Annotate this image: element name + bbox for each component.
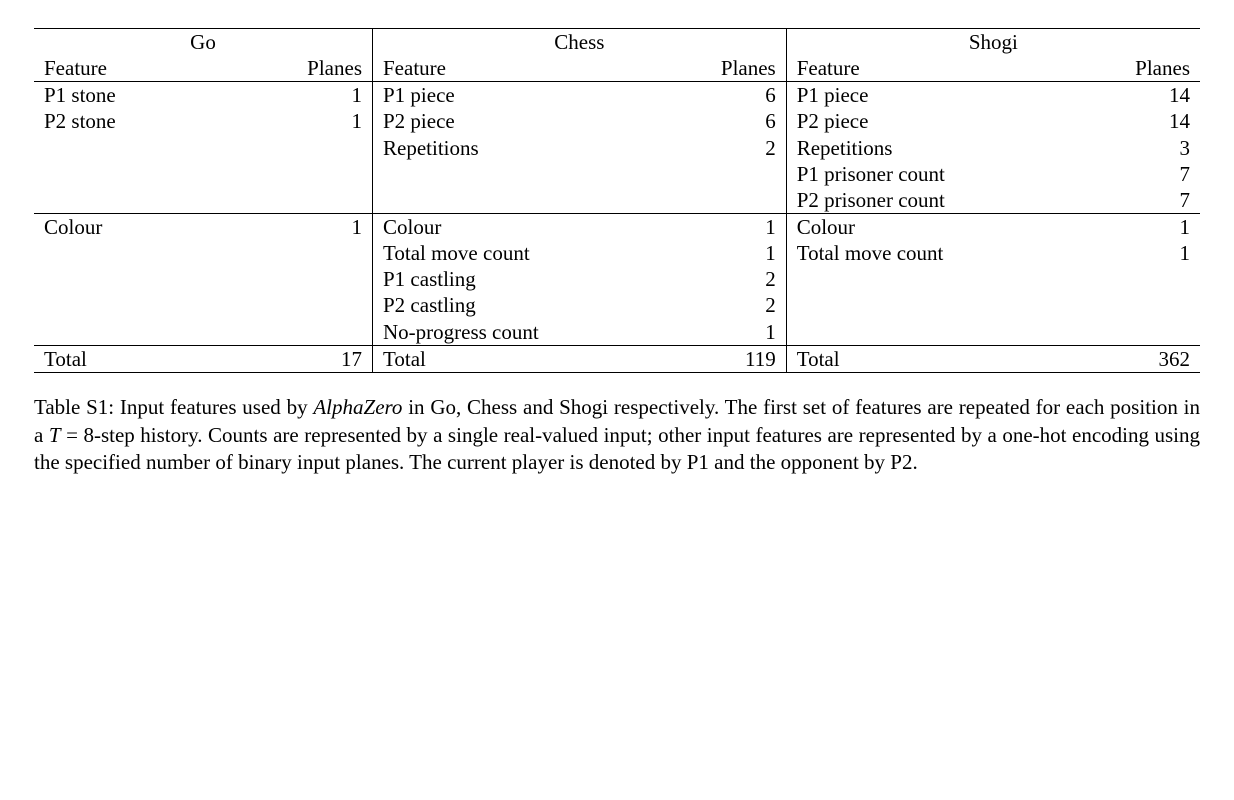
total-chess: 119 [661, 345, 786, 372]
total-label: Total [786, 345, 1074, 372]
total-shogi: 362 [1075, 345, 1200, 372]
total-label: Total [34, 345, 247, 372]
table-row: P2 castling2 [34, 292, 1200, 318]
table-row: Total move count1 Total move count1 [34, 240, 1200, 266]
feature-table: Go Chess Shogi Feature Planes Feature Pl… [34, 28, 1200, 373]
table-row: P1 castling2 [34, 266, 1200, 292]
total-label: Total [373, 345, 661, 372]
table-row: No-progress count1 [34, 319, 1200, 346]
table-row: P1 prisoner count7 [34, 161, 1200, 187]
column-header-row: Feature Planes Feature Planes Feature Pl… [34, 55, 1200, 82]
alphazero-name: AlphaZero [313, 395, 402, 419]
table-caption: Table S1: Input features used by AlphaZe… [34, 394, 1200, 477]
group-shogi: Shogi [786, 29, 1200, 56]
col-feature: Feature [786, 55, 1074, 82]
table-row: Colour1 Colour1 Colour1 [34, 213, 1200, 240]
col-planes: Planes [247, 55, 372, 82]
group-chess: Chess [373, 29, 787, 56]
table-row: P2 prisoner count7 [34, 187, 1200, 214]
math-T: T [49, 423, 61, 447]
col-planes: Planes [661, 55, 786, 82]
group-go: Go [34, 29, 373, 56]
col-feature: Feature [34, 55, 247, 82]
col-feature: Feature [373, 55, 661, 82]
totals-row: Total17 Total119 Total362 [34, 345, 1200, 372]
table-row: Repetitions2 Repetitions3 [34, 135, 1200, 161]
group-header-row: Go Chess Shogi [34, 29, 1200, 56]
total-go: 17 [247, 345, 372, 372]
table-row: P2 stone1 P2 piece6 P2 piece14 [34, 108, 1200, 134]
col-planes: Planes [1075, 55, 1200, 82]
table-row: P1 stone1 P1 piece6 P1 piece14 [34, 82, 1200, 109]
